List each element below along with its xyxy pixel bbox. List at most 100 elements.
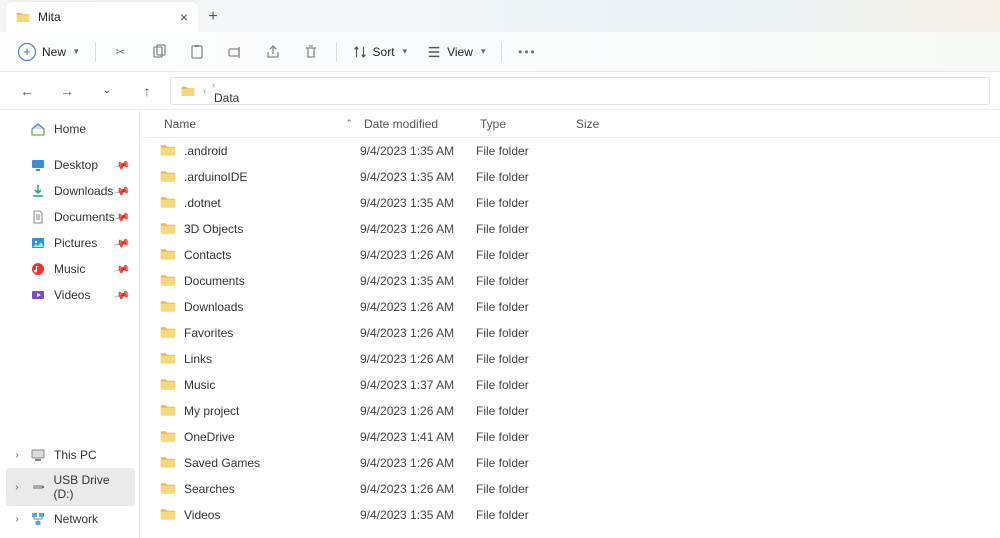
file-row[interactable]: Links9/4/2023 1:26 AMFile folder [140, 346, 1000, 372]
new-label: New [42, 45, 66, 59]
sidebar-tree-item[interactable]: › Network [6, 506, 135, 532]
file-row[interactable]: OneDrive9/4/2023 1:41 AMFile folder [140, 424, 1000, 450]
sort-label: Sort [373, 45, 395, 59]
back-button[interactable]: ← [10, 76, 44, 106]
breadcrumb-root[interactable] [177, 84, 199, 98]
sidebar-tree-item[interactable]: ›This PC [6, 442, 135, 468]
sort-button[interactable]: Sort ▾ [345, 37, 416, 67]
chevron-right-icon[interactable]: › [12, 514, 22, 525]
trash-icon [303, 44, 319, 60]
file-row[interactable]: Saved Games9/4/2023 1:26 AMFile folder [140, 450, 1000, 476]
sidebar-item-downloads[interactable]: Downloads📌 [6, 178, 135, 204]
sidebar-item-videos[interactable]: Videos📌 [6, 282, 135, 308]
file-type: File folder [476, 352, 572, 366]
folder-icon [160, 273, 176, 290]
sidebar-label: Desktop [54, 158, 98, 172]
file-date: 9/4/2023 1:26 AM [360, 248, 476, 262]
breadcrumb-bar[interactable]: › USB Drive (D:)›FileHistory›DESKTOP-7GC… [170, 77, 990, 105]
recent-dropdown[interactable]: ⌄ [90, 76, 124, 106]
file-row[interactable]: .android9/4/2023 1:35 AMFile folder [140, 138, 1000, 164]
up-button[interactable]: ↑ [130, 76, 164, 106]
file-date: 9/4/2023 1:26 AM [360, 482, 476, 496]
new-button[interactable]: + New ▾ [10, 37, 87, 67]
sidebar-tree-item[interactable]: ›USB Drive (D:) [6, 468, 135, 506]
more-button[interactable]: ••• [510, 37, 544, 67]
sidebar-label: Downloads [54, 184, 113, 198]
paste-button[interactable] [180, 37, 214, 67]
copy-button[interactable] [142, 37, 176, 67]
close-tab-icon[interactable]: × [180, 9, 188, 25]
chevron-down-icon: ▾ [403, 46, 408, 57]
file-date: 9/4/2023 1:35 AM [360, 196, 476, 210]
sidebar-item-desktop[interactable]: Desktop📌 [6, 152, 135, 178]
sidebar: Home Desktop📌Downloads📌Documents📌Picture… [0, 110, 140, 538]
chevron-right-icon[interactable]: › [201, 86, 208, 96]
breadcrumb-item[interactable]: Data [210, 91, 333, 105]
sidebar-item-music[interactable]: Music📌 [6, 256, 135, 282]
header-date[interactable]: Date modified [360, 117, 476, 131]
clipboard-icon [189, 44, 205, 60]
sidebar-item-pictures[interactable]: Pictures📌 [6, 230, 135, 256]
pin-icon: 📌 [113, 286, 131, 304]
file-row[interactable]: My project9/4/2023 1:26 AMFile folder [140, 398, 1000, 424]
file-type: File folder [476, 274, 572, 288]
chevron-right-icon[interactable]: › [210, 80, 217, 90]
cut-button[interactable]: ✂ [104, 37, 138, 67]
file-row[interactable]: 3D Objects9/4/2023 1:26 AMFile folder [140, 216, 1000, 242]
chevron-down-icon: ▾ [481, 46, 486, 57]
file-row[interactable]: .dotnet9/4/2023 1:35 AMFile folder [140, 190, 1000, 216]
file-type: File folder [476, 326, 572, 340]
documents-icon [30, 209, 46, 225]
forward-button[interactable]: → [50, 76, 84, 106]
home-icon [30, 121, 46, 137]
file-name: .android [184, 144, 227, 158]
file-name: Favorites [184, 326, 233, 340]
sidebar-item-documents[interactable]: Documents📌 [6, 204, 135, 230]
usb-icon [30, 479, 46, 495]
file-date: 9/4/2023 1:26 AM [360, 456, 476, 470]
active-tab[interactable]: Mita × [6, 2, 198, 32]
pin-icon: 📌 [113, 260, 131, 278]
file-name: .arduinoIDE [184, 170, 247, 184]
file-date: 9/4/2023 1:26 AM [360, 326, 476, 340]
share-button[interactable] [256, 37, 290, 67]
new-tab-button[interactable]: + [198, 2, 228, 32]
file-row[interactable]: Searches9/4/2023 1:26 AMFile folder [140, 476, 1000, 502]
share-icon [265, 44, 281, 60]
file-type: File folder [476, 300, 572, 314]
separator [501, 42, 502, 62]
file-type: File folder [476, 248, 572, 262]
header-name[interactable]: Name⌃ [160, 117, 360, 131]
sidebar-item-home[interactable]: Home [6, 116, 135, 142]
downloads-icon [30, 183, 46, 199]
file-row[interactable]: Downloads9/4/2023 1:26 AMFile folder [140, 294, 1000, 320]
file-row[interactable]: Documents9/4/2023 1:35 AMFile folder [140, 268, 1000, 294]
delete-button[interactable] [294, 37, 328, 67]
file-name: Searches [184, 482, 235, 496]
videos-icon [30, 287, 46, 303]
sidebar-label: Network [54, 512, 98, 526]
file-type: File folder [476, 144, 572, 158]
chevron-right-icon[interactable]: › [12, 450, 22, 461]
sort-asc-icon: ⌃ [345, 118, 353, 129]
file-row[interactable]: .arduinoIDE9/4/2023 1:35 AMFile folder [140, 164, 1000, 190]
view-button[interactable]: View ▾ [419, 37, 493, 67]
rename-button[interactable] [218, 37, 252, 67]
chevron-right-icon[interactable]: › [12, 482, 22, 493]
file-row[interactable]: Music9/4/2023 1:37 AMFile folder [140, 372, 1000, 398]
file-name: Contacts [184, 248, 231, 262]
folder-icon [160, 221, 176, 238]
file-row[interactable]: Contacts 9/4/2023 1:26 AMFile folder [140, 242, 1000, 268]
folder-icon [160, 247, 176, 264]
file-row[interactable]: Favorites 9/4/2023 1:26 AMFile folder [140, 320, 1000, 346]
header-type[interactable]: Type [476, 117, 572, 131]
file-row[interactable]: Videos9/4/2023 1:35 AMFile folder [140, 502, 1000, 528]
pictures-icon [30, 235, 46, 251]
file-type: File folder [476, 430, 572, 444]
file-name: Documents [184, 274, 245, 288]
header-size[interactable]: Size [572, 117, 632, 131]
network-icon [30, 511, 46, 527]
file-date: 9/4/2023 1:26 AM [360, 300, 476, 314]
rename-icon [227, 44, 243, 60]
sidebar-label: Documents [54, 210, 115, 224]
